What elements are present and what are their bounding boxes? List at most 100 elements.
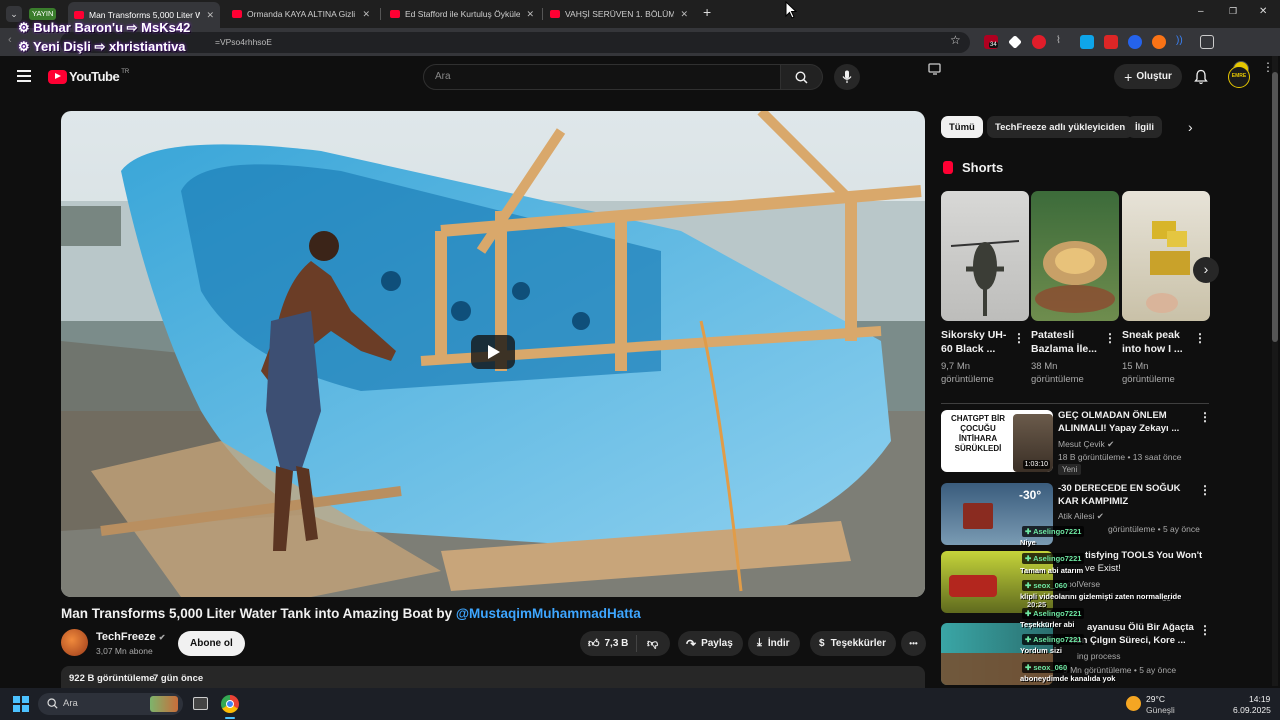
extension-icon[interactable]	[1152, 35, 1166, 49]
view-count: 922 B görüntüleme	[69, 673, 155, 684]
bookmark-star-icon[interactable]: ☆	[950, 33, 961, 47]
weather-sun-icon[interactable]	[1126, 696, 1141, 711]
chip-all[interactable]: Tümü	[941, 116, 983, 138]
like-button[interactable]: 👍︎ 7,3 B	[580, 635, 637, 652]
subscribe-button[interactable]: Abone ol	[178, 631, 245, 656]
tab-close-icon[interactable]: ✕	[206, 10, 214, 21]
back-icon[interactable]: ‹	[8, 34, 12, 46]
short-views: 38 Mn görüntüleme	[1031, 361, 1084, 385]
youtube-favicon-icon	[390, 10, 400, 18]
rec-menu-icon[interactable]: ⋮	[1199, 410, 1211, 424]
thumb-text: CHATGPT BİR ÇOCUĞU İNTİHARA SÜRÜKLEDİ	[950, 414, 1006, 453]
short-menu-icon[interactable]: ⋮	[1104, 331, 1116, 345]
short-menu-icon[interactable]: ⋮	[1013, 331, 1025, 345]
rec-channel[interactable]: Mesut Çevik ✔	[1058, 438, 1114, 450]
tab[interactable]: Ormanda KAYA ALTINA Gizli Ev ✕	[226, 4, 376, 24]
create-button[interactable]: + Oluştur	[1114, 64, 1182, 89]
search-icon	[795, 71, 808, 84]
short-thumbnail[interactable]	[1122, 191, 1210, 321]
extension-icon[interactable]: ⌇	[1056, 35, 1070, 49]
rec-title[interactable]: tisfying TOOLS You Won't	[1085, 550, 1219, 563]
more-actions-button[interactable]: •••	[901, 631, 926, 656]
short-title[interactable]: Patatesli Bazlama İle...	[1031, 328, 1103, 356]
chip-from-uploader[interactable]: TechFreeze adlı yükleyiciden	[987, 116, 1134, 138]
search-input[interactable]: Ara	[423, 64, 781, 90]
like-dislike-group: 👍︎ 7,3 B 👎︎	[580, 631, 670, 656]
rec-channel[interactable]: oolVerse	[1067, 578, 1100, 590]
restore-button[interactable]: ❐	[1229, 6, 1237, 17]
tab[interactable]: Ed Stafford ile Kurtuluş Öyküleri ✕	[384, 4, 540, 24]
windows-start-icon[interactable]	[13, 696, 29, 712]
tab-close-icon[interactable]: ✕	[680, 9, 688, 20]
dislike-button[interactable]: 👎︎	[637, 637, 658, 650]
address-bar[interactable]: =VPso4rhhsoE	[60, 32, 970, 53]
youtube-logo[interactable]: YouTube TR	[48, 69, 129, 84]
chat-username: ✚ Aselingo7221	[1022, 634, 1085, 645]
rec-channel[interactable]: ing process	[1077, 650, 1120, 662]
short-menu-icon[interactable]: ⋮	[1194, 331, 1206, 345]
short-thumbnail[interactable]	[941, 191, 1029, 321]
account-avatar[interactable]: EMRE B.	[1228, 66, 1250, 88]
mention-link[interactable]: @MustaqimMuhammadHatta	[456, 606, 641, 621]
overlay-line: ⚙ Yeni Dişli ⇨ xhristiantiva	[18, 39, 186, 54]
divider	[941, 403, 1209, 404]
minimize-button[interactable]: –	[1198, 6, 1204, 17]
tab-close-icon[interactable]: ✕	[526, 9, 534, 20]
rec-meta: görüntüleme • 5 ay önce	[1108, 524, 1200, 534]
rec-channel[interactable]: Atik Ailesi ✔	[1058, 510, 1104, 522]
task-view-icon[interactable]	[193, 697, 208, 710]
extensions-puzzle-icon[interactable]	[1200, 35, 1214, 49]
tab-close-icon[interactable]: ✕	[362, 9, 370, 20]
description-box[interactable]: 922 B görüntüleme 7 gün önce	[61, 666, 925, 690]
short-title[interactable]: Sneak peak into how I ...	[1122, 328, 1194, 356]
shorts-logo-icon	[943, 161, 953, 174]
chip-related[interactable]: İlgili	[1127, 116, 1162, 138]
video-player[interactable]	[61, 111, 925, 597]
extension-icon[interactable]	[1008, 35, 1022, 49]
page-scrollbar[interactable]	[1272, 56, 1278, 686]
short-title[interactable]: Sikorsky UH-60 Black ...	[941, 328, 1013, 356]
chat-message: Tamam abi atarım	[1020, 566, 1084, 575]
short-thumbnail[interactable]	[1031, 191, 1119, 321]
clock-date[interactable]: 6.09.2025	[1233, 705, 1271, 715]
logo-text: YouTube	[69, 69, 120, 84]
rec-menu-icon[interactable]: ⋮	[1199, 623, 1211, 637]
chrome-taskbar-icon[interactable]	[221, 695, 239, 713]
youtube-header: YouTube TR Ara + Oluştur EMRE B.	[0, 56, 1270, 100]
rec-thumbnail[interactable]: CHATGPT BİR ÇOCUĞU İNTİHARA SÜRÜKLEDİ 1:…	[941, 410, 1053, 472]
taskbar: Ara 29°C Güneşli 14:19 6.09.2025	[0, 688, 1280, 720]
channel-avatar[interactable]	[61, 629, 88, 656]
new-tab-button[interactable]: +	[703, 4, 711, 20]
extension-icon[interactable]	[1128, 35, 1142, 49]
close-window-button[interactable]: ✕	[1259, 6, 1267, 17]
taskbar-search[interactable]: Ara	[38, 693, 183, 715]
hamburger-menu-icon[interactable]	[17, 70, 31, 82]
search-highlight-icon	[150, 696, 178, 712]
shorts-next-button[interactable]: ›	[1193, 257, 1219, 283]
play-button[interactable]	[471, 335, 515, 369]
notifications-bell-icon[interactable]	[1194, 69, 1208, 85]
search-placeholder: Ara	[435, 71, 451, 82]
tab[interactable]: VAHŞİ SERÜVEN 1. BÖLÜM | 4K ✕	[544, 4, 694, 24]
extension-icon[interactable]	[1080, 35, 1094, 49]
voice-search-button[interactable]	[834, 64, 860, 90]
scrollbar-thumb[interactable]	[1272, 72, 1278, 342]
rec-title[interactable]: -30 DERECEDE EN SOĞUK KAR KAMPIMIZ	[1058, 483, 1192, 508]
rec-title[interactable]: GEÇ OLMADAN ÖNLEM ALINMALI! Yapay Zekayı…	[1058, 410, 1192, 435]
download-button[interactable]: ⤓ İndir	[748, 631, 800, 656]
tab-title: Ed Stafford ile Kurtuluş Öyküleri	[405, 9, 521, 19]
chip-scroll-right-icon[interactable]: ›	[1188, 119, 1193, 135]
helicopter-image	[950, 240, 1020, 316]
thanks-button[interactable]: $ Teşekkürler	[810, 631, 896, 656]
extension-icon[interactable]: ))	[1176, 35, 1190, 49]
search-icon	[47, 698, 58, 709]
rec-menu-icon[interactable]: ⋮	[1199, 483, 1211, 497]
share-button[interactable]: ↷ Paylaş	[678, 631, 743, 656]
clock-time[interactable]: 14:19	[1249, 694, 1270, 704]
url-text: =VPso4rhhsoE	[215, 37, 272, 47]
chat-message: Yordum sizi	[1020, 646, 1062, 655]
extension-icon[interactable]	[1032, 35, 1046, 49]
search-button[interactable]	[781, 64, 823, 90]
channel-name[interactable]: TechFreeze ✔	[96, 631, 165, 643]
extension-icon[interactable]	[1104, 35, 1118, 49]
